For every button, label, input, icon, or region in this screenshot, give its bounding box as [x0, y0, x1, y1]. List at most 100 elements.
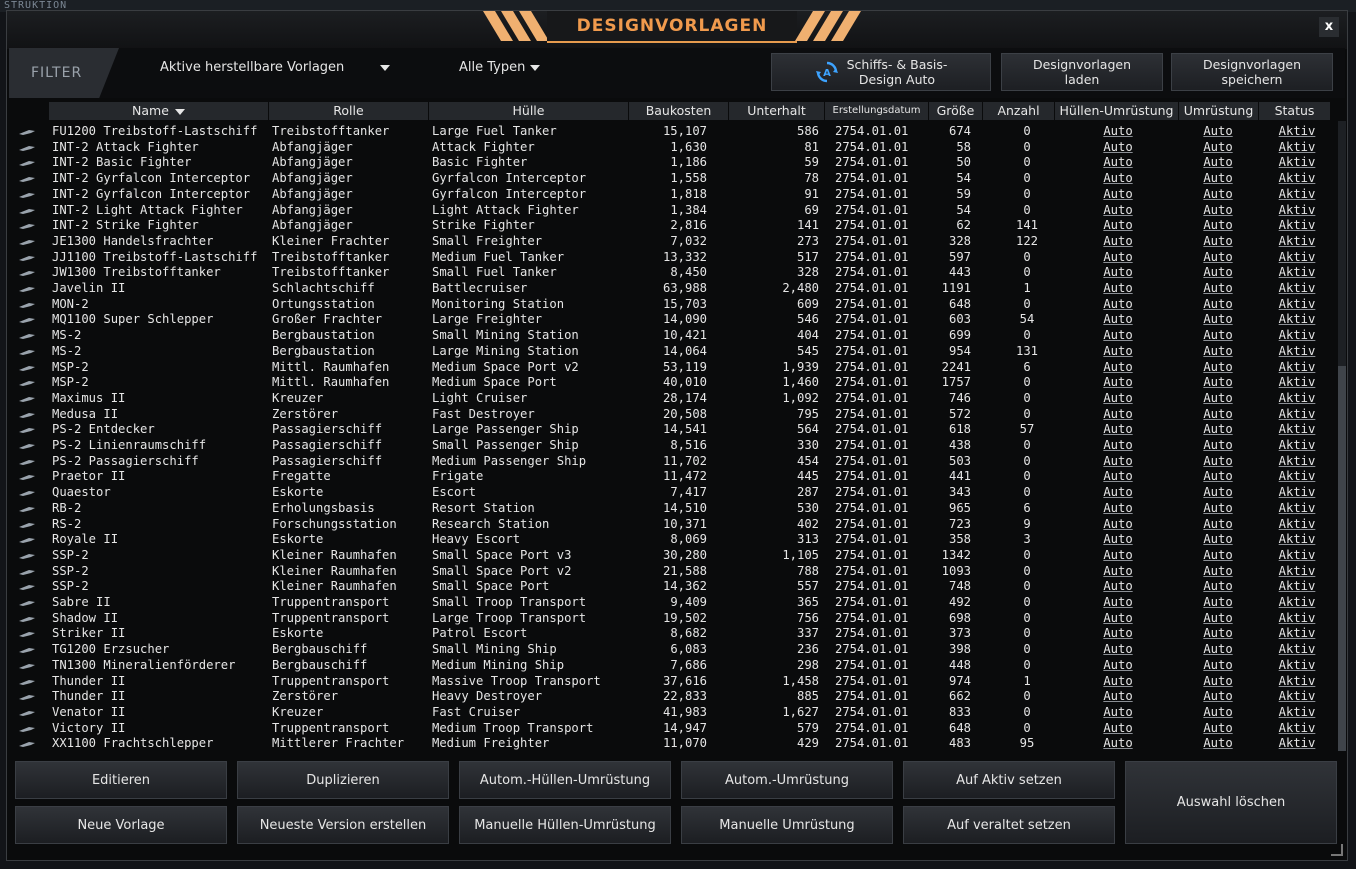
table-row[interactable]: Javelin II Schlachtschiff Battlecruiser 63,…	[7, 281, 1337, 297]
auto-design-button[interactable]: A Schiffs- & Basis- Design Auto	[771, 53, 991, 91]
cell-refit[interactable]: Auto	[1202, 438, 1234, 454]
table-row[interactable]: JE1300 Handelsfrachter Kleiner Frachter Sm…	[7, 234, 1337, 250]
cell-hull-refit[interactable]: Auto	[1102, 375, 1134, 391]
cell-hull-refit[interactable]: Auto	[1102, 218, 1134, 234]
table-row[interactable]: MSP-2 Mittl. Raumhafen Medium Space Port v…	[7, 360, 1337, 376]
cell-hull-refit[interactable]: Auto	[1102, 579, 1134, 595]
cell-refit[interactable]: Auto	[1202, 297, 1234, 313]
table-row[interactable]: Venator II Kreuzer Fast Cruiser 41,983 1,627…	[7, 705, 1337, 721]
cell-refit[interactable]: Auto	[1202, 658, 1234, 674]
cell-hull-refit[interactable]: Auto	[1102, 532, 1134, 548]
table-row[interactable]: Thunder II Truppentransport Massive Troop …	[7, 674, 1337, 690]
table-row[interactable]: Medusa II Zerstörer Fast Destroyer 20,508 79…	[7, 407, 1337, 423]
table-row[interactable]: Praetor II Fregatte Frigate 11,472 445 2754.0…	[7, 469, 1337, 485]
cell-status[interactable]: Aktiv	[1277, 312, 1317, 328]
cell-status[interactable]: Aktiv	[1277, 234, 1317, 250]
auto-hull-refit-button[interactable]: Autom.-Hüllen-Umrüstung	[459, 761, 671, 799]
cell-hull-refit[interactable]: Auto	[1102, 140, 1134, 156]
save-templates-button[interactable]: Designvorlagen speichern	[1171, 53, 1333, 91]
table-row[interactable]: XX1100 Frachtschlepper Mittlerer Frachter…	[7, 736, 1337, 752]
cell-hull-refit[interactable]: Auto	[1102, 469, 1134, 485]
cell-hull-refit[interactable]: Auto	[1102, 265, 1134, 281]
cell-refit[interactable]: Auto	[1202, 171, 1234, 187]
table-row[interactable]: INT-2 Attack Fighter Abfangjäger Attack Fi…	[7, 140, 1337, 156]
column-header-size[interactable]: Größe	[929, 102, 983, 120]
manual-hull-refit-button[interactable]: Manuelle Hüllen-Umrüstung	[459, 806, 671, 844]
table-row[interactable]: TG1200 Erzsucher Bergbauschiff Small Minin…	[7, 642, 1337, 658]
cell-refit[interactable]: Auto	[1202, 360, 1234, 376]
cell-refit[interactable]: Auto	[1202, 312, 1234, 328]
cell-status[interactable]: Aktiv	[1277, 407, 1317, 423]
cell-hull-refit[interactable]: Auto	[1102, 422, 1134, 438]
cell-refit[interactable]: Auto	[1202, 611, 1234, 627]
column-header-hull-refit[interactable]: Hüllen-Umrüstung	[1055, 102, 1179, 120]
cell-status[interactable]: Aktiv	[1277, 611, 1317, 627]
cell-status[interactable]: Aktiv	[1277, 218, 1317, 234]
cell-hull-refit[interactable]: Auto	[1102, 454, 1134, 470]
table-row[interactable]: RB-2 Erholungsbasis Resort Station 14,510 53…	[7, 501, 1337, 517]
table-row[interactable]: SSP-2 Kleiner Raumhafen Small Space Port v…	[7, 548, 1337, 564]
cell-refit[interactable]: Auto	[1202, 674, 1234, 690]
cell-refit[interactable]: Auto	[1202, 564, 1234, 580]
delete-selection-button[interactable]: Auswahl löschen	[1125, 761, 1337, 844]
cell-status[interactable]: Aktiv	[1277, 674, 1317, 690]
cell-refit[interactable]: Auto	[1202, 469, 1234, 485]
cell-refit[interactable]: Auto	[1202, 407, 1234, 423]
cell-status[interactable]: Aktiv	[1277, 579, 1317, 595]
cell-refit[interactable]: Auto	[1202, 328, 1234, 344]
cell-hull-refit[interactable]: Auto	[1102, 642, 1134, 658]
table-row[interactable]: Thunder II Zerstörer Heavy Destroyer 22,833…	[7, 689, 1337, 705]
cell-status[interactable]: Aktiv	[1277, 203, 1317, 219]
cell-status[interactable]: Aktiv	[1277, 736, 1317, 752]
cell-hull-refit[interactable]: Auto	[1102, 517, 1134, 533]
cell-status[interactable]: Aktiv	[1277, 250, 1317, 266]
cell-status[interactable]: Aktiv	[1277, 642, 1317, 658]
cell-refit[interactable]: Auto	[1202, 140, 1234, 156]
cell-refit[interactable]: Auto	[1202, 642, 1234, 658]
cell-status[interactable]: Aktiv	[1277, 297, 1317, 313]
cell-status[interactable]: Aktiv	[1277, 422, 1317, 438]
cell-refit[interactable]: Auto	[1202, 187, 1234, 203]
cell-refit[interactable]: Auto	[1202, 265, 1234, 281]
cell-status[interactable]: Aktiv	[1277, 171, 1317, 187]
table-row[interactable]: MS-2 Bergbaustation Small Mining Station 10…	[7, 328, 1337, 344]
table-row[interactable]: PS-2 Entdecker Passagierschiff Large Passe…	[7, 422, 1337, 438]
resize-handle-icon[interactable]	[1331, 844, 1343, 856]
column-header-hull[interactable]: Hülle	[429, 102, 629, 120]
cell-refit[interactable]: Auto	[1202, 721, 1234, 737]
table-row[interactable]: SSP-2 Kleiner Raumhafen Small Space Port 14…	[7, 579, 1337, 595]
cell-status[interactable]: Aktiv	[1277, 469, 1317, 485]
cell-hull-refit[interactable]: Auto	[1102, 705, 1134, 721]
cell-hull-refit[interactable]: Auto	[1102, 155, 1134, 171]
scrollbar-thumb[interactable]	[1338, 366, 1346, 751]
auto-refit-button[interactable]: Autom.-Umrüstung	[681, 761, 893, 799]
column-header-name[interactable]: Name	[49, 102, 269, 120]
cell-status[interactable]: Aktiv	[1277, 501, 1317, 517]
cell-status[interactable]: Aktiv	[1277, 595, 1317, 611]
cell-status[interactable]: Aktiv	[1277, 438, 1317, 454]
cell-hull-refit[interactable]: Auto	[1102, 328, 1134, 344]
cell-status[interactable]: Aktiv	[1277, 344, 1317, 360]
column-header-date[interactable]: Erstellungsdatum	[825, 102, 929, 120]
column-header-upkeep[interactable]: Unterhalt	[729, 102, 825, 120]
column-header-status[interactable]: Status	[1259, 102, 1331, 120]
table-row[interactable]: Shadow II Truppentransport Large Troop Tra…	[7, 611, 1337, 627]
table-row[interactable]: Maximus II Kreuzer Light Cruiser 28,174 1,09…	[7, 391, 1337, 407]
cell-status[interactable]: Aktiv	[1277, 140, 1317, 156]
cell-refit[interactable]: Auto	[1202, 155, 1234, 171]
table-row[interactable]: SSP-2 Kleiner Raumhafen Small Space Port v…	[7, 564, 1337, 580]
cell-status[interactable]: Aktiv	[1277, 454, 1317, 470]
cell-hull-refit[interactable]: Auto	[1102, 203, 1134, 219]
table-row[interactable]: Striker II Eskorte Patrol Escort 8,682 337 27…	[7, 626, 1337, 642]
table-row[interactable]: MQ1100 Super Schlepper Großer Frachter Lar…	[7, 312, 1337, 328]
cell-status[interactable]: Aktiv	[1277, 517, 1317, 533]
cell-refit[interactable]: Auto	[1202, 595, 1234, 611]
column-header-cost[interactable]: Baukosten	[629, 102, 729, 120]
cell-hull-refit[interactable]: Auto	[1102, 360, 1134, 376]
cell-status[interactable]: Aktiv	[1277, 281, 1317, 297]
cell-hull-refit[interactable]: Auto	[1102, 689, 1134, 705]
cell-status[interactable]: Aktiv	[1277, 187, 1317, 203]
cell-refit[interactable]: Auto	[1202, 375, 1234, 391]
new-template-button[interactable]: Neue Vorlage	[15, 806, 227, 844]
cell-refit[interactable]: Auto	[1202, 532, 1234, 548]
